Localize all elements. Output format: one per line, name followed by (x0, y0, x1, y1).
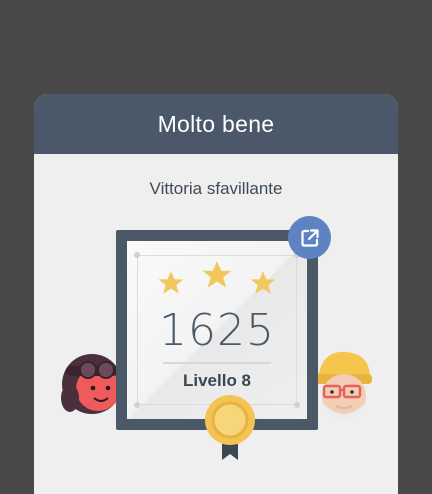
share-button[interactable] (288, 216, 331, 259)
dialog-title: Molto bene (157, 110, 275, 137)
star-icon (158, 271, 184, 294)
player-avatar-left (61, 354, 120, 414)
corner-dot (134, 402, 140, 408)
dialog-header: Molto bene (34, 94, 398, 154)
divider (163, 362, 271, 364)
star-icon (250, 271, 276, 294)
level-label: Livello 8 (182, 371, 252, 390)
share-external-icon (300, 228, 319, 247)
dialog-subtitle: Vittoria sfavillante (149, 179, 283, 198)
result-dialog: Molto bene Vittoria sfavillante 1625 Liv… (34, 94, 398, 494)
star-icon (202, 261, 232, 288)
corner-dot (134, 252, 140, 258)
score-value: 1625 (159, 305, 275, 356)
player-avatar-right (316, 351, 372, 420)
corner-dot (294, 402, 300, 408)
certificate-paper: 1625 Livello 8 (127, 241, 307, 419)
medal-icon (205, 395, 255, 460)
rating-stars (158, 261, 276, 294)
